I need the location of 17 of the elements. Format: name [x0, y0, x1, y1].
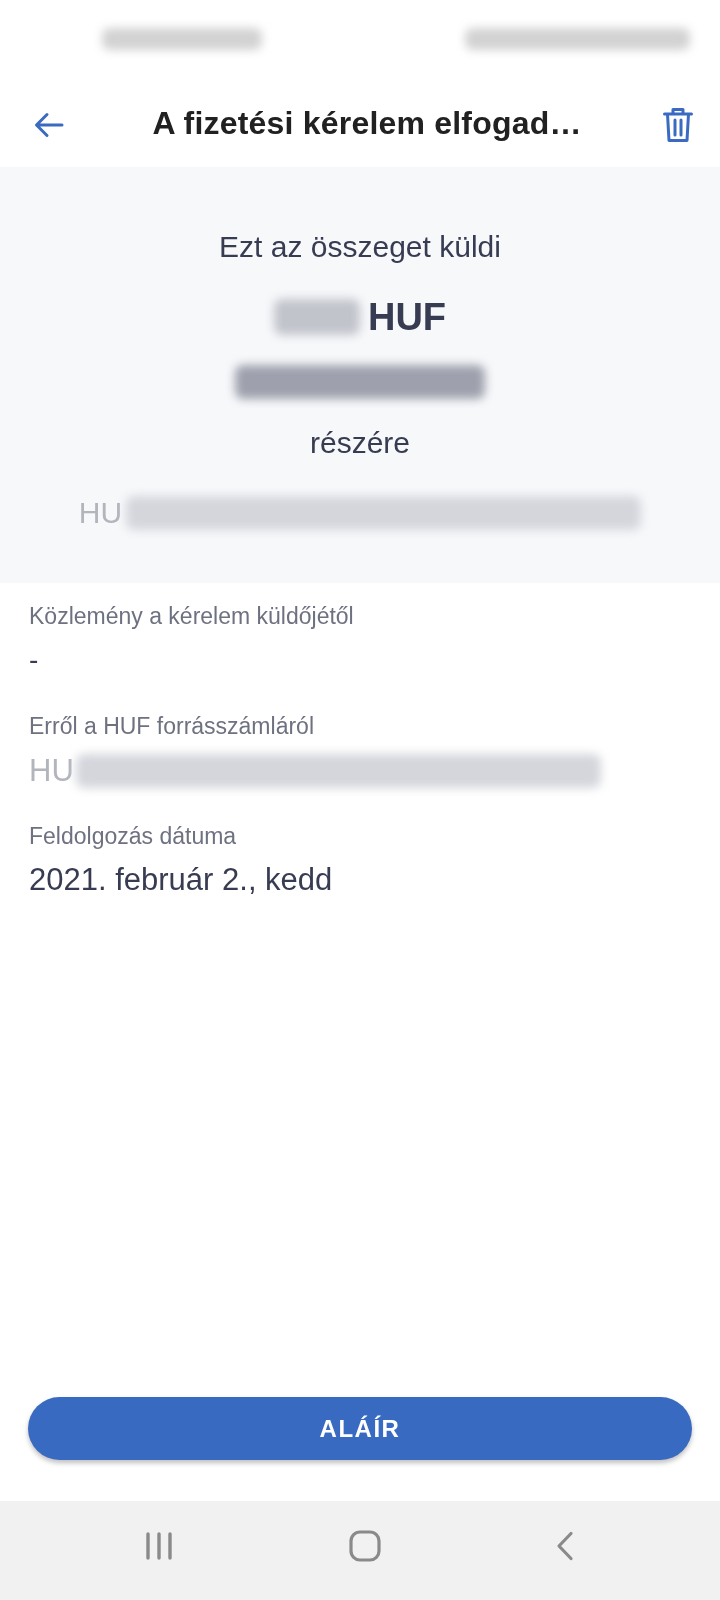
detail-label: Feldolgozás dátuma — [29, 822, 238, 851]
back-icon[interactable] — [556, 1530, 574, 1561]
detail-value: - — [29, 643, 40, 677]
detail-label: Közlemény a kérelem küldőjétől — [29, 602, 355, 631]
screen-title: A fizetési kérelem elfogad… — [151, 105, 583, 142]
sign-button[interactable]: ALÁÍR — [28, 1397, 692, 1460]
back-arrow-icon — [34, 111, 64, 138]
trash-icon — [663, 106, 693, 143]
summary-caption: Ezt az összeget küldi — [219, 229, 501, 265]
recipient-caption: részére — [309, 425, 410, 461]
account-prefix: HU — [78, 496, 123, 530]
recent-apps-icon[interactable] — [145, 1530, 173, 1561]
account-prefix: HU — [29, 753, 74, 789]
detail-value: 2021. február 2., kedd — [29, 861, 334, 899]
detail-label: Erről a HUF forrásszámláról — [29, 712, 315, 741]
amount-currency: HUF — [367, 295, 447, 339]
home-icon[interactable] — [348, 1529, 381, 1562]
